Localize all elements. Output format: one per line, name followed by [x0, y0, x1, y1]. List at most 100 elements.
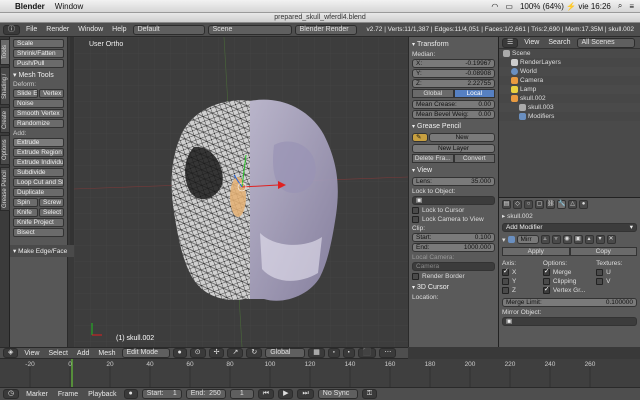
texture-u-checkbox[interactable]: U [596, 269, 637, 276]
cursor3d-header[interactable]: ▾ 3D Cursor [412, 284, 495, 291]
render-tab-icon[interactable]: ▤ [502, 200, 511, 209]
bisect-button[interactable]: Bisect [13, 228, 64, 237]
mean-crease-field[interactable]: Mean Crease: 0.00 [412, 100, 495, 109]
delete-frame-button[interactable]: Delete Fra... [412, 154, 454, 163]
wifi-icon[interactable]: ◠ [491, 2, 498, 11]
collapse-icon[interactable]: ▾ [502, 236, 506, 244]
current-frame-field[interactable]: 1 [229, 389, 254, 399]
jump-start-icon[interactable]: ⏮ [257, 389, 275, 399]
scene-select[interactable]: Scene [207, 24, 292, 35]
object-tab-icon[interactable]: ▢ [535, 200, 544, 209]
move-down-icon[interactable]: ▾ [595, 235, 605, 244]
slide-edge-button[interactable]: Slide Ed [13, 89, 38, 98]
outliner-row-skull003[interactable]: skull.003 [499, 103, 640, 112]
axis-y-checkbox[interactable]: Y [502, 278, 543, 285]
vp-menu-select[interactable]: Select [45, 350, 70, 357]
lock-object-field[interactable]: ▣ [412, 196, 495, 205]
knife-project-button[interactable]: Knife Project [13, 218, 64, 227]
jump-end-icon[interactable]: ⏭ [297, 389, 314, 399]
mode-select[interactable]: Edit Mode [121, 348, 170, 358]
orientation-select[interactable]: Global [265, 348, 306, 358]
outliner-editor-icon[interactable]: ☰ [502, 37, 519, 48]
play-icon[interactable]: ▶ [278, 389, 294, 399]
clip-end-field[interactable]: End: 1000.000 [412, 243, 495, 252]
operator-panel[interactable]: ▾ Make Edge/Face [10, 245, 74, 257]
apply-button[interactable]: Apply [502, 247, 570, 256]
outliner-row-skull002[interactable]: skull.002 [499, 94, 640, 103]
sync-select[interactable]: No Sync [317, 389, 358, 399]
viewport-icon[interactable]: ▣ [573, 235, 583, 244]
merge-checkbox[interactable]: Merge [542, 267, 596, 276]
snap-icon[interactable]: ⋯ [379, 348, 397, 358]
new-layer-button[interactable]: New Layer [412, 144, 495, 153]
outliner-view-menu[interactable]: View [521, 39, 542, 46]
select-button[interactable]: Select [39, 208, 64, 217]
tab-shading-uvs[interactable]: Shading / UVs [0, 67, 17, 105]
mirror-object-field[interactable]: ▣ [502, 317, 637, 326]
info-editor-icon[interactable]: ⓘ [3, 24, 20, 35]
render-border-checkbox[interactable]: Render Border [412, 273, 495, 280]
shrink-fatten-button[interactable]: Shrink/Fatten [13, 49, 64, 58]
vertex-button[interactable]: Vertex [39, 89, 64, 98]
scale-button[interactable]: Scale [13, 39, 64, 48]
layout-select[interactable]: Default [132, 24, 205, 35]
material-tab-icon[interactable]: ● [579, 200, 588, 209]
randomize-button[interactable]: Randomize [13, 119, 64, 128]
extrude-menu[interactable]: Extrude [13, 138, 64, 147]
shading-icon[interactable]: ● [172, 348, 187, 358]
menu-frame[interactable]: Frame [55, 391, 81, 398]
smooth-vertex-button[interactable]: Smooth Vertex [13, 109, 64, 118]
battery-icon[interactable]: ▭ [505, 2, 513, 11]
noise-button[interactable]: Noise [13, 99, 64, 108]
loop-cut-button[interactable]: Loop Cut and Slide [13, 178, 64, 187]
3d-viewport[interactable]: User Ortho (1) skull.002 [74, 37, 408, 347]
layers-icon[interactable]: ▦ [308, 348, 325, 358]
lock-camera-checkbox[interactable]: Lock Camera to View [412, 216, 495, 223]
grease-pencil-header[interactable]: ▾ Grease Pencil [412, 123, 495, 130]
vp-menu-mesh[interactable]: Mesh [95, 350, 118, 357]
translate-icon[interactable]: ↗ [227, 348, 244, 358]
clipping-checkbox[interactable]: Clipping [542, 278, 596, 285]
tab-tools[interactable]: Tools [0, 39, 10, 65]
timeline-ruler[interactable]: -20 0 20 40 60 80 100 120 140 160 180 200 220 240 260 [0, 359, 640, 389]
tab-grease-pencil[interactable]: Grease Pencil [0, 167, 10, 211]
axis-x-checkbox[interactable]: X [502, 267, 543, 276]
extrude-individual-button[interactable]: Extrude Individual [13, 158, 64, 167]
world-tab-icon[interactable]: ○ [524, 200, 533, 209]
data-tab-icon[interactable]: △ [568, 200, 577, 209]
move-up-icon[interactable]: ▴ [584, 235, 594, 244]
window-menu[interactable]: Window [55, 2, 83, 11]
list-icon[interactable]: ≡ [629, 2, 634, 11]
manipulator-icon[interactable]: ✢ [208, 348, 225, 358]
add-modifier-dropdown[interactable]: Add Modifier ▾ [502, 223, 637, 232]
mesh-tools-header[interactable]: ▾ Mesh Tools [13, 71, 64, 79]
outliner-row-camera[interactable]: Camera [499, 76, 640, 85]
status-clock[interactable]: 100% (64%) ⚡ vie 16:26 [520, 2, 611, 11]
search-icon[interactable]: ⌕ [618, 1, 622, 11]
view-panel-header[interactable]: ▾ View [412, 167, 495, 174]
pencil-icon[interactable]: ✎ [412, 133, 428, 142]
convert-button[interactable]: Convert [453, 154, 495, 163]
cage-icon[interactable]: ▿ [551, 235, 561, 244]
render-engine-select[interactable]: Blender Render [294, 24, 357, 35]
timeline-editor-icon[interactable]: ◷ [3, 389, 20, 399]
edit-mode-icon[interactable]: ▵ [540, 235, 550, 244]
vertex-groups-checkbox[interactable]: Vertex Gr... [542, 285, 596, 294]
record-icon[interactable]: ● [123, 389, 138, 399]
modifier-name-field[interactable]: Mirr [516, 235, 539, 244]
median-x-field[interactable]: X: -0.19967 [412, 59, 495, 68]
menu-marker[interactable]: Marker [23, 391, 51, 398]
close-icon[interactable]: ✕ [606, 235, 616, 244]
axis-z-checkbox[interactable]: Z [502, 287, 543, 294]
menu-file[interactable]: File [23, 26, 40, 33]
vertex-select-icon[interactable]: ⬞ [327, 348, 340, 358]
outliner-row-world[interactable]: World [499, 67, 640, 76]
render-icon[interactable]: ◉ [562, 235, 572, 244]
screw-button[interactable]: Screw [39, 198, 64, 207]
vp-menu-add[interactable]: Add [74, 350, 92, 357]
texture-v-checkbox[interactable]: V [596, 278, 637, 285]
edge-select-icon[interactable]: ⬝ [342, 348, 355, 358]
duplicate-button[interactable]: Duplicate [13, 188, 64, 197]
vp-menu-view[interactable]: View [21, 350, 42, 357]
clip-start-field[interactable]: Start: 0.100 [412, 233, 495, 242]
